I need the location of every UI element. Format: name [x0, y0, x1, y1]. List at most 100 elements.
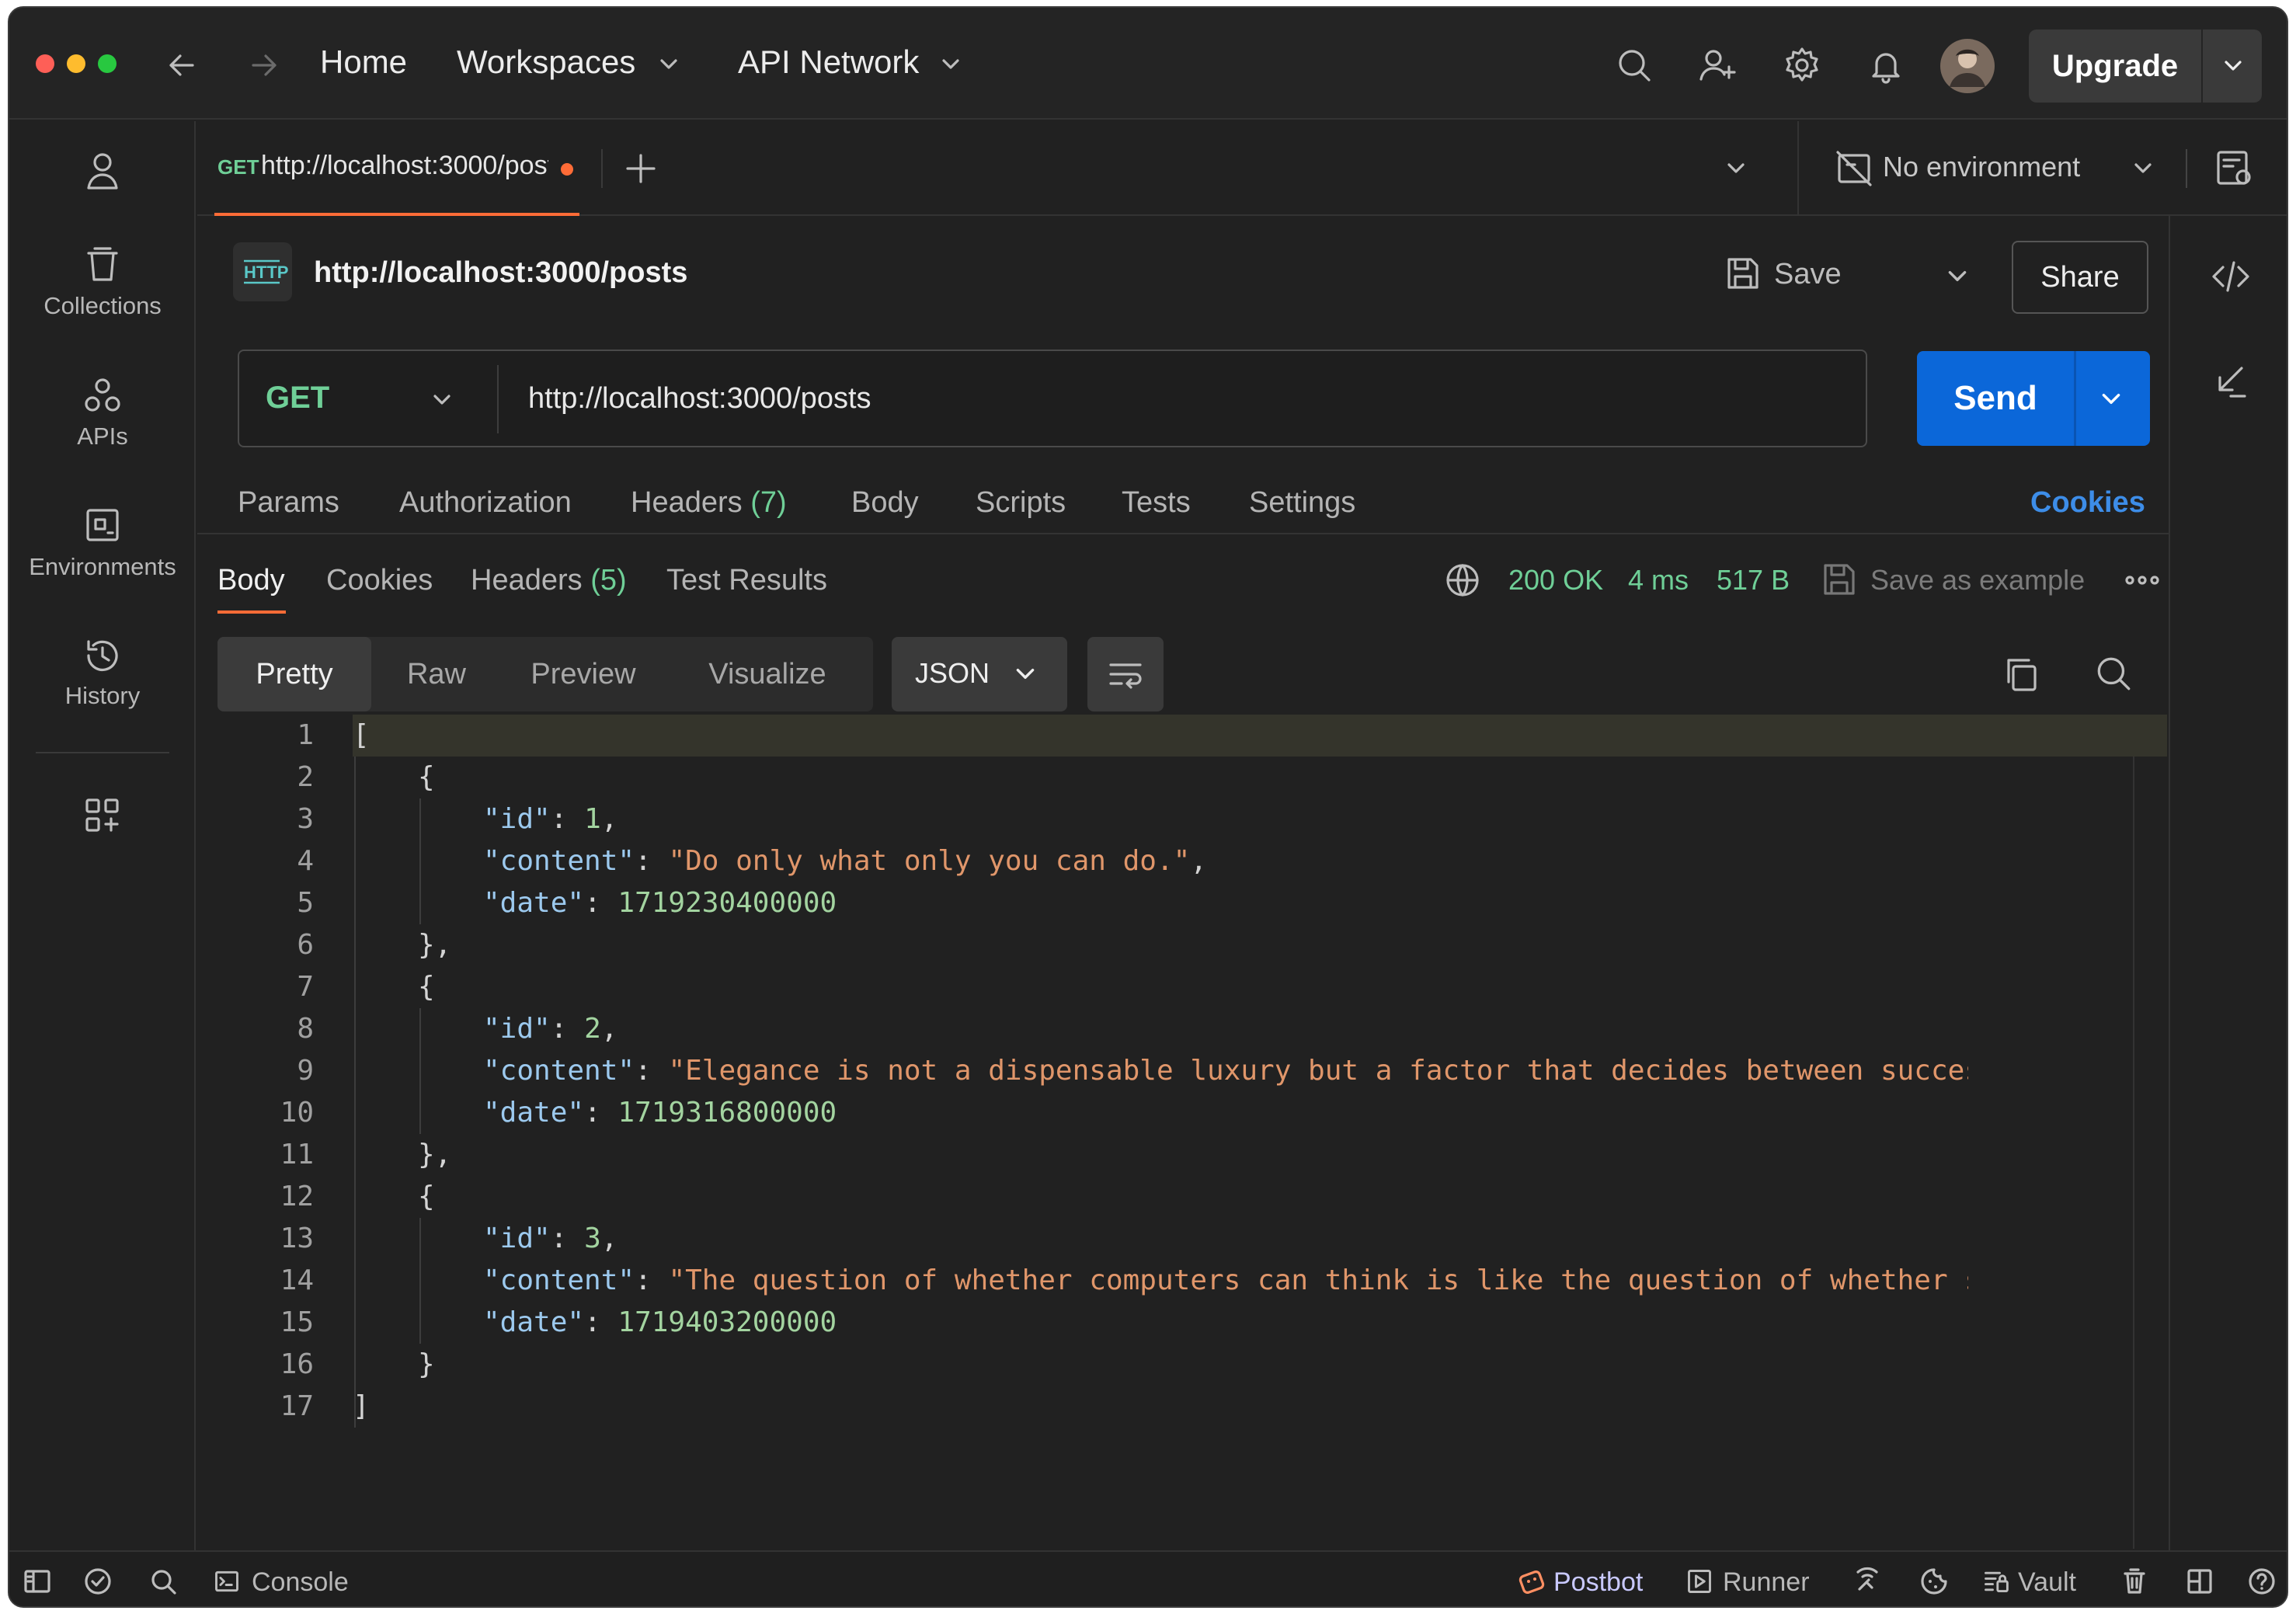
- sidebar-item-apis[interactable]: APIs: [9, 376, 196, 450]
- code-line: 8 "id": 2,: [197, 1008, 2169, 1050]
- http-method-select[interactable]: GET: [266, 381, 329, 416]
- user-avatar[interactable]: [1939, 37, 1996, 95]
- request-title[interactable]: http://localhost:3000/posts: [314, 256, 687, 290]
- share-button[interactable]: Share: [2012, 241, 2148, 314]
- console-button[interactable]: Console: [252, 1567, 349, 1598]
- request-tab[interactable]: GET http://localhost:3000/posts: [197, 121, 582, 216]
- status-code[interactable]: 200 OK: [1508, 564, 1603, 597]
- runner-button[interactable]: Runner: [1723, 1567, 1810, 1598]
- environment-quick-look-icon[interactable]: [2214, 148, 2256, 190]
- search-response-icon[interactable]: [2092, 652, 2134, 694]
- settings-gear-icon[interactable]: [1782, 45, 1822, 85]
- zoom-window-button[interactable]: [98, 54, 117, 73]
- environment-selector[interactable]: No environment: [1797, 121, 2178, 216]
- code-token: 2: [584, 1013, 601, 1045]
- code-line: 1[: [197, 715, 2169, 757]
- notification-bell-icon[interactable]: [1866, 45, 1906, 85]
- send-button[interactable]: Send: [1917, 351, 2074, 446]
- help-icon[interactable]: [2246, 1566, 2277, 1597]
- view-mode-raw[interactable]: Raw: [371, 637, 502, 711]
- sidebar-item-collections[interactable]: Collections: [9, 245, 196, 320]
- tab-scripts[interactable]: Scripts: [976, 486, 1066, 520]
- minimize-window-button[interactable]: [67, 54, 85, 73]
- code-line: 15 "date": 1719403200000: [197, 1302, 2169, 1344]
- related-collapse-icon[interactable]: [2211, 362, 2251, 402]
- code-line: 2{: [197, 757, 2169, 798]
- response-size[interactable]: 517 B: [1717, 564, 1790, 597]
- code-token: "id": [483, 803, 551, 835]
- response-headers-count: (5): [590, 564, 627, 597]
- response-headers-label: Headers: [471, 564, 583, 597]
- response-tab-test-results[interactable]: Test Results: [666, 564, 827, 597]
- tab-url: http://localhost:3000/posts: [261, 151, 548, 180]
- tab-headers[interactable]: Headers (7): [631, 486, 787, 520]
- code-line: 13 "id": 3,: [197, 1218, 2169, 1260]
- workspaces-menu[interactable]: Workspaces: [457, 43, 680, 81]
- sidebar-item-configure[interactable]: [9, 795, 196, 836]
- response-tab-cookies[interactable]: Cookies: [326, 564, 433, 597]
- tab-authorization[interactable]: Authorization: [399, 486, 572, 520]
- trash-icon[interactable]: [2119, 1566, 2150, 1597]
- find-replace-icon[interactable]: [148, 1566, 179, 1597]
- two-pane-layout-icon[interactable]: [2184, 1566, 2215, 1597]
- more-options-icon[interactable]: [2124, 569, 2161, 592]
- search-icon[interactable]: [1614, 45, 1654, 85]
- sidebar-item-profile[interactable]: [9, 149, 196, 193]
- home-link[interactable]: Home: [320, 43, 407, 81]
- copy-icon[interactable]: [2001, 654, 2041, 694]
- cookies-link[interactable]: Cookies: [2030, 486, 2145, 520]
- line-number: 11: [280, 1139, 314, 1170]
- wrap-lines-icon: [1109, 663, 1142, 689]
- toggle-sidebar-icon[interactable]: [22, 1566, 53, 1597]
- save-button[interactable]: Save: [1774, 258, 1842, 291]
- code-token: 1719403200000: [617, 1306, 837, 1338]
- tab-settings[interactable]: Settings: [1249, 486, 1355, 520]
- line-number: 8: [297, 1013, 314, 1045]
- line-content: "date": 1719403200000: [353, 1302, 1968, 1344]
- sidebar-item-history[interactable]: History: [9, 635, 196, 710]
- online-status-check-icon[interactable]: [82, 1566, 113, 1597]
- sidebar-item-environments[interactable]: Environments: [9, 506, 196, 581]
- wrap-lines-button[interactable]: [1087, 637, 1164, 711]
- tab-headers-label: Headers: [631, 486, 743, 519]
- response-time[interactable]: 4 ms: [1628, 564, 1689, 597]
- save-options-chevron-icon[interactable]: [1945, 264, 1970, 289]
- code-token: "The question of whether computers can t…: [668, 1264, 1968, 1296]
- format-select[interactable]: JSON: [892, 637, 1067, 711]
- view-mode-pretty[interactable]: Pretty: [217, 637, 371, 711]
- response-tab-body[interactable]: Body: [217, 564, 285, 597]
- tab-params[interactable]: Params: [238, 486, 339, 520]
- line-number: 2: [297, 761, 314, 793]
- upgrade-button[interactable]: Upgrade: [2029, 30, 2201, 103]
- response-tab-headers[interactable]: Headers (5): [471, 564, 627, 597]
- invite-user-icon[interactable]: [1698, 45, 1738, 85]
- response-panel: Body Cookies Headers (5) Test Results 20…: [197, 533, 2169, 1550]
- save-as-example-button[interactable]: Save as example: [1870, 564, 2085, 597]
- close-window-button[interactable]: [36, 54, 54, 73]
- capture-requests-icon[interactable]: [1852, 1566, 1883, 1597]
- code-token: :: [584, 1097, 618, 1129]
- vault-button[interactable]: Vault: [2018, 1567, 2076, 1598]
- url-bar-separator: [497, 365, 499, 433]
- back-arrow-icon[interactable]: [162, 45, 202, 85]
- view-mode-visualize[interactable]: Visualize: [665, 637, 870, 711]
- view-mode-preview[interactable]: Preview: [502, 637, 665, 711]
- upgrade-menu-chevron-icon[interactable]: [2221, 54, 2245, 78]
- tab-body[interactable]: Body: [851, 486, 919, 520]
- line-content: }: [353, 1344, 1968, 1386]
- cookies-icon[interactable]: [1919, 1566, 1950, 1597]
- new-tab-plus-icon[interactable]: [623, 151, 659, 186]
- url-input[interactable]: http://localhost:3000/posts: [528, 382, 871, 416]
- tabs-dropdown-chevron-icon[interactable]: [1724, 157, 1748, 180]
- forward-arrow-icon[interactable]: [244, 45, 284, 85]
- globe-network-icon[interactable]: [1443, 561, 1482, 600]
- send-options-chevron-icon[interactable]: [2099, 387, 2124, 412]
- code-token: {: [418, 1181, 435, 1212]
- title-bar: Home Workspaces API Network Upgrade: [9, 8, 2287, 120]
- tab-tests[interactable]: Tests: [1122, 486, 1191, 520]
- code-token: ]: [353, 1390, 370, 1422]
- code-token: {: [418, 971, 435, 1003]
- code-snippet-icon[interactable]: [2209, 255, 2253, 298]
- api-network-menu[interactable]: API Network: [738, 43, 962, 81]
- postbot-button[interactable]: Postbot: [1553, 1567, 1643, 1598]
